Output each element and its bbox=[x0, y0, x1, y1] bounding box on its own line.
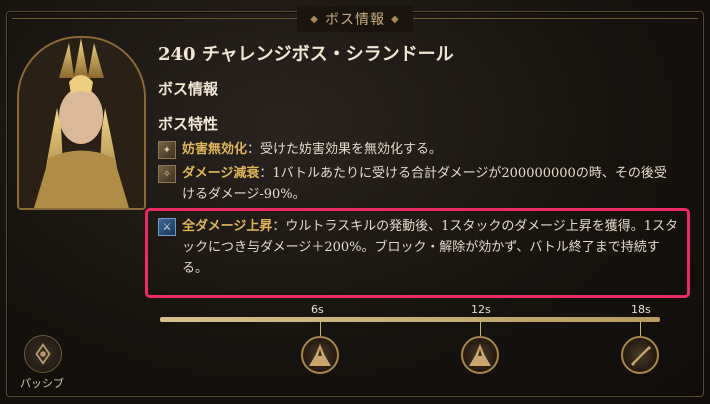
boss-portrait-art bbox=[19, 38, 144, 208]
header-divider-right bbox=[413, 18, 698, 19]
trait-name: ダメージ減衰 bbox=[182, 166, 260, 181]
header-title: ボス情報 bbox=[325, 12, 385, 28]
timeline-tick-label: 18s bbox=[631, 303, 651, 316]
ultra-skill-icon bbox=[309, 344, 331, 366]
passive-skill-icon bbox=[35, 343, 51, 365]
trait-separator: ： bbox=[259, 166, 273, 181]
trait-item: ✦ 妨害無効化：受けた妨害効果を無効化する。 bbox=[158, 139, 678, 160]
boss-skill-icon[interactable] bbox=[621, 336, 659, 374]
timeline-tick-label: 12s bbox=[471, 303, 491, 316]
highlight-box bbox=[145, 208, 690, 298]
diamond-icon: ◆ bbox=[391, 13, 400, 25]
trait-item-clip: ✧ ダメージ減衰：1バトルあたりに受ける合計ダメージが200000000の時、そ… bbox=[158, 163, 678, 205]
trait-description: 受けた妨害効果を無効化する。 bbox=[260, 142, 443, 157]
boss-skill-icon[interactable] bbox=[301, 336, 339, 374]
timeline-tick bbox=[320, 322, 321, 336]
diamond-icon: ◆ bbox=[310, 13, 319, 25]
status-immunity-icon: ✦ bbox=[158, 141, 176, 159]
passive-skill-button[interactable] bbox=[24, 335, 62, 373]
damage-reduction-icon: ✧ bbox=[158, 165, 176, 183]
header-badge: ◆ ボス情報 ◆ bbox=[297, 6, 413, 32]
timeline-tick bbox=[640, 322, 641, 336]
boss-portrait bbox=[17, 36, 146, 210]
trait-name: 妨害無効化 bbox=[182, 142, 248, 157]
boss-skill-icon[interactable] bbox=[461, 336, 499, 374]
section-boss-info: ボス情報 bbox=[158, 80, 219, 98]
trait-item: ✧ ダメージ減衰：1バトルあたりに受ける合計ダメージが200000000の時、そ… bbox=[158, 163, 678, 205]
trait-separator: ： bbox=[247, 142, 261, 157]
ultra-skill-icon bbox=[631, 346, 651, 366]
section-boss-traits: ボス特性 bbox=[158, 115, 219, 133]
boss-info-panel: ◆ ボス情報 ◆ 240 チャレンジボス・シランドール ボス情報 ボス特性 ✦ bbox=[0, 0, 710, 404]
timeline-tick-label: 6s bbox=[311, 303, 324, 316]
boss-title: 240 チャレンジボス・シランドール bbox=[158, 44, 454, 65]
header-divider-left bbox=[12, 18, 297, 19]
skill-timeline-bar bbox=[160, 317, 660, 322]
passive-label: パッシブ bbox=[20, 377, 64, 390]
ultra-skill-icon bbox=[469, 344, 491, 366]
timeline-tick bbox=[480, 322, 481, 336]
